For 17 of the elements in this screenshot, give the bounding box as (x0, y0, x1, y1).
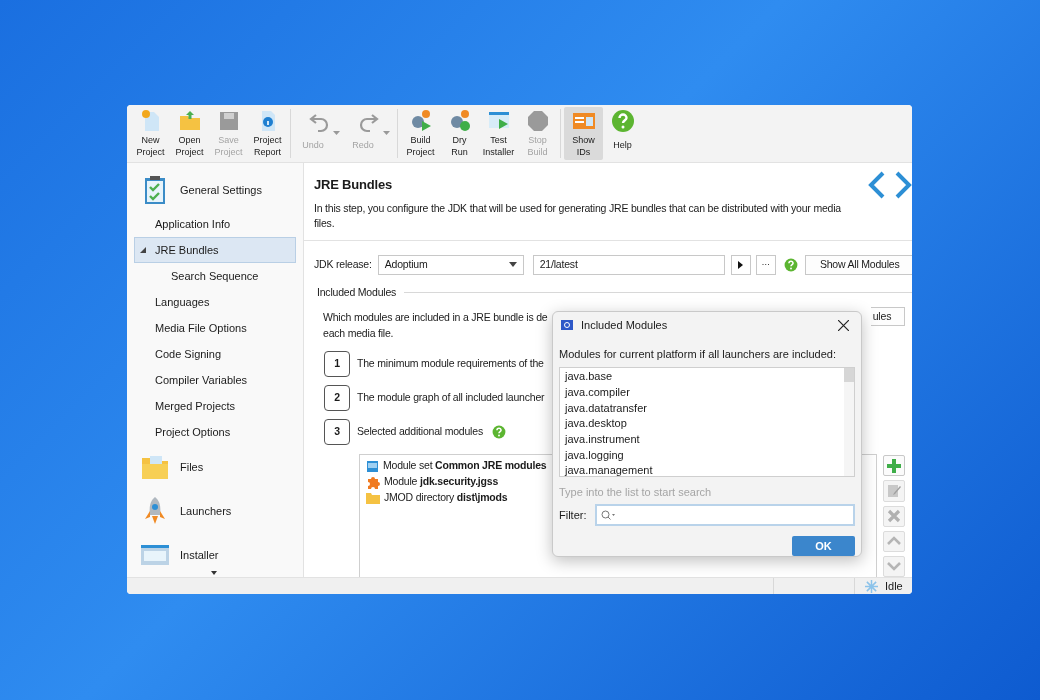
page-description: In this step, you configure the JDK that will be used for generating JRE bundles that can be distributed with your media files. (314, 200, 842, 231)
step-number: 1 (324, 351, 350, 378)
page-title: JRE Bundles (314, 176, 393, 194)
dialog-title: Included Modules (581, 318, 669, 334)
step-text: Selected additional modules (357, 424, 483, 440)
section-title: Included Modules (317, 284, 397, 300)
step-text: The minimum module requirements of the (357, 356, 544, 372)
step-text: The module graph of all included launcher (357, 390, 545, 406)
intro-text: each media file. (323, 326, 394, 342)
step-number: 2 (324, 385, 350, 412)
jdk-release-label: JDK release: (314, 256, 372, 272)
dialog-label: Modules for current platform if all launchers are included: (559, 346, 837, 362)
step-number: 3 (324, 419, 350, 446)
intro-text: Which modules are included in a JRE bundle is de (323, 310, 548, 326)
status-text: Idle (885, 578, 903, 594)
search-hint: Type into the list to start search (559, 484, 713, 500)
filter-label: Filter: (559, 507, 587, 523)
